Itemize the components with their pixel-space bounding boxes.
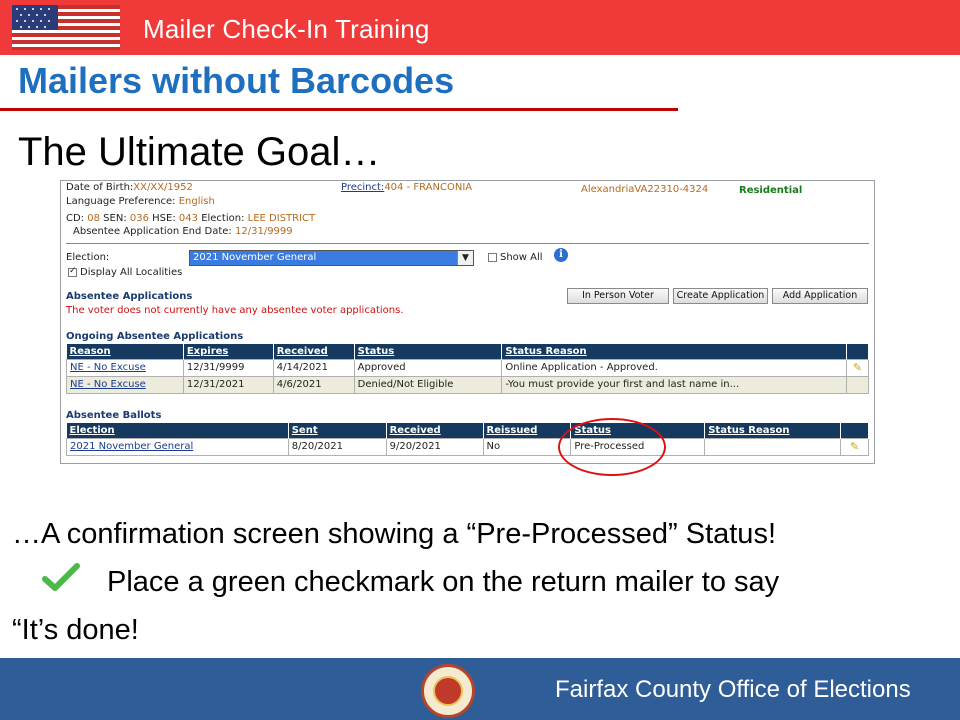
reason-link[interactable]: NE - No Excuse — [70, 362, 146, 373]
info-icon[interactable]: i — [554, 248, 568, 262]
footer-org-name: Fairfax County Office of Elections — [555, 676, 911, 703]
column-header[interactable]: Status Reason — [501, 344, 847, 359]
show-all-checkbox[interactable] — [488, 252, 497, 262]
election-link[interactable]: 2021 November General — [70, 441, 193, 452]
in-person-voter-button[interactable]: In Person Voter — [567, 288, 669, 304]
election-select[interactable]: 2021 November General ▼ — [189, 250, 474, 266]
instruction-text: Place a green checkmark on the return ma… — [107, 566, 780, 598]
reason-link[interactable]: NE - No Excuse — [70, 379, 146, 390]
table-row: NE - No Excuse 12/31/2021 4/6/2021 Denie… — [66, 375, 870, 394]
table-header-row: Reason Expires Received Status Status Re… — [66, 344, 870, 359]
ongoing-applications-heading: Ongoing Absentee Applications — [66, 331, 244, 342]
title-underline — [0, 108, 678, 111]
create-application-button[interactable]: Create Application — [673, 288, 768, 304]
table-row: NE - No Excuse 12/31/9999 4/14/2021 Appr… — [66, 358, 870, 377]
slide-title: Mailers without Barcodes — [18, 60, 455, 101]
dob-row: Date of Birth:XX/XX/1952 — [66, 182, 193, 193]
banner-title: Mailer Check-In Training — [143, 14, 430, 44]
column-header[interactable]: Sent — [288, 423, 387, 438]
ongoing-applications-table: Reason Expires Received Status Status Re… — [66, 344, 870, 394]
residential-badge: Residential — [739, 185, 803, 196]
us-flag-icon — [12, 5, 120, 50]
pencil-icon[interactable]: ✎ — [845, 358, 870, 377]
pencil-icon[interactable]: ✎ — [839, 437, 870, 456]
chevron-down-icon[interactable]: ▼ — [457, 251, 473, 265]
column-header — [840, 423, 870, 438]
column-header — [846, 344, 870, 359]
language-row: Language Preference: English — [66, 196, 215, 207]
table-header-row: Election Sent Received Reissued Status S… — [66, 423, 870, 438]
absentee-ballots-heading: Absentee Ballots — [66, 410, 162, 421]
address: AlexandriaVA22310-4324 — [581, 184, 709, 195]
column-header[interactable]: Status Reason — [704, 423, 841, 438]
green-checkmark-icon — [42, 563, 80, 591]
show-all-toggle[interactable]: Show All — [488, 252, 543, 263]
column-header[interactable]: Status — [354, 344, 503, 359]
column-header[interactable]: Received — [273, 344, 355, 359]
instruction-text-end: “It’s done! — [12, 614, 139, 646]
top-banner: Mailer Check-In Training — [0, 0, 960, 55]
slide-subtitle: The Ultimate Goal… — [18, 130, 381, 174]
table-row: 2021 November General 8/20/2021 9/20/202… — [66, 437, 870, 456]
absentee-applications-heading: Absentee Applications — [66, 291, 193, 302]
no-applications-message: The voter does not currently have any ab… — [66, 305, 404, 316]
column-header[interactable]: Expires — [183, 344, 274, 359]
district-row: CD: 08 SEN: 036 HSE: 043 Election: LEE D… — [66, 213, 316, 224]
add-application-button[interactable]: Add Application — [772, 288, 868, 304]
voter-record-screenshot: Date of Birth:XX/XX/1952 Precinct:404 - … — [60, 180, 875, 464]
confirmation-text: …A confirmation screen showing a “Pre-Pr… — [12, 518, 776, 550]
column-header[interactable]: Election — [66, 423, 289, 438]
election-filter-label: Election: — [66, 252, 110, 263]
precinct-link[interactable]: Precinct: — [341, 182, 384, 193]
display-all-toggle[interactable]: Display All Localities — [68, 266, 182, 278]
highlight-circle — [558, 418, 666, 476]
display-all-checkbox[interactable] — [68, 266, 77, 277]
county-seal-icon — [421, 664, 475, 718]
absentee-end-row: Absentee Application End Date: 12/31/999… — [73, 226, 293, 237]
column-header[interactable]: Received — [386, 423, 484, 438]
column-header[interactable]: Reason — [66, 344, 184, 359]
column-header[interactable]: Reissued — [483, 423, 572, 438]
precinct-row: Precinct:404 - FRANCONIA — [341, 182, 473, 193]
absentee-ballots-table: Election Sent Received Reissued Status S… — [66, 423, 870, 456]
